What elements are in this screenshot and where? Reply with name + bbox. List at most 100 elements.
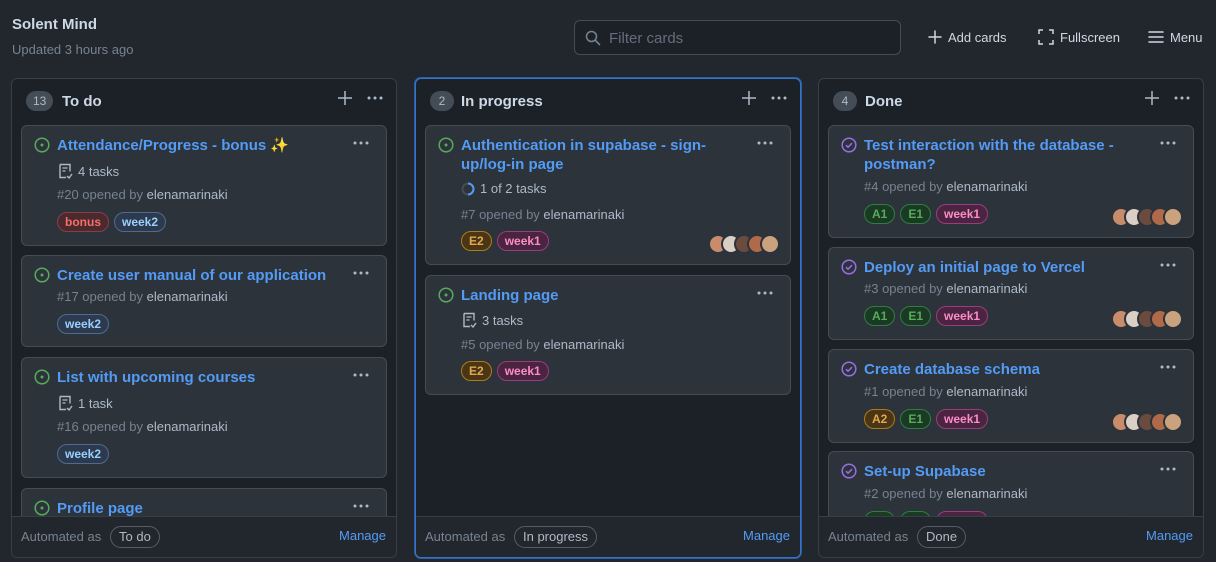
manage-automation-link[interactable]: Manage [339, 528, 386, 543]
add-card-plus-icon[interactable] [338, 91, 352, 110]
label-e1[interactable]: E1 [900, 306, 932, 326]
column-more-options-icon[interactable] [366, 91, 384, 110]
issue-meta: #3 opened by elenamarinaki [864, 281, 1027, 296]
issue-card[interactable]: Attendance/Progress - bonus ✨ 4 tasks #2… [21, 125, 387, 246]
label-a1[interactable]: A1 [864, 306, 896, 326]
issue-card[interactable]: Authentication in supabase - sign-up/log… [425, 125, 791, 265]
column-more-options-icon[interactable] [1173, 91, 1191, 110]
label-e2[interactable]: E2 [461, 231, 492, 251]
issue-number: #7 opened by [461, 207, 540, 222]
avatar[interactable] [760, 234, 780, 254]
card-more-options-icon[interactable] [352, 136, 370, 155]
label-e2[interactable]: E2 [461, 361, 492, 381]
fullscreen-button[interactable]: Fullscreen [1038, 26, 1120, 48]
author-link[interactable]: elenamarinaki [543, 337, 624, 352]
card-more-options-icon[interactable] [1159, 136, 1177, 155]
automation-pill: In progress [514, 526, 598, 548]
filter-cards-field[interactable] [574, 20, 901, 55]
manage-automation-link[interactable]: Manage [743, 528, 790, 543]
author-link[interactable]: elenamarinaki [147, 289, 228, 304]
issue-title-link[interactable]: Authentication in supabase - sign-up/log… [461, 136, 731, 174]
label-week1[interactable]: week1 [936, 306, 989, 326]
menu-button[interactable]: Menu [1148, 26, 1203, 48]
author-link[interactable]: elenamarinaki [147, 187, 228, 202]
project-updated-time: Updated 3 hours ago [12, 42, 134, 57]
label-week1[interactable]: week1 [496, 361, 549, 381]
issue-meta: #2 opened by elenamarinaki [864, 486, 1027, 501]
column-more-options-icon[interactable] [770, 91, 788, 110]
avatar[interactable] [1163, 207, 1183, 227]
card-count-badge: 13 [26, 91, 54, 111]
task-progress-indicator: 1 of 2 tasks [461, 181, 546, 196]
label-week1[interactable]: week1 [936, 204, 989, 224]
task-list-indicator: 1 task [57, 395, 113, 411]
card-more-options-icon[interactable] [1159, 462, 1177, 481]
fullscreen-icon [1038, 29, 1054, 45]
label-bonus[interactable]: bonus [57, 212, 109, 232]
issue-card[interactable]: Profile page [21, 488, 387, 518]
avatar[interactable] [1163, 309, 1183, 329]
label-a2[interactable]: A2 [864, 409, 896, 429]
open-issue-icon [438, 287, 454, 308]
column-to-do: 13 To do Attendance/Progress - bonus ✨ 4… [11, 78, 397, 558]
add-card-plus-icon[interactable] [742, 91, 756, 110]
issue-card[interactable]: List with upcoming courses 1 task #16 op… [21, 357, 387, 478]
issue-title-link[interactable]: Create database schema [864, 360, 1139, 379]
issue-card[interactable]: Create database schema #1 opened by elen… [828, 349, 1194, 443]
card-more-options-icon[interactable] [756, 136, 774, 155]
automated-as-label: Automated as [21, 529, 102, 544]
card-more-options-icon[interactable] [352, 368, 370, 387]
label-week2[interactable]: week2 [57, 314, 110, 334]
add-cards-label: Add cards [948, 29, 1007, 45]
card-more-options-icon[interactable] [1159, 258, 1177, 277]
filter-cards-input[interactable] [609, 27, 889, 49]
label-week1[interactable]: week1 [496, 231, 549, 251]
issue-number: #20 opened by [57, 187, 144, 202]
avatar[interactable] [1163, 412, 1183, 432]
author-link[interactable]: elenamarinaki [946, 281, 1027, 296]
card-more-options-icon[interactable] [756, 286, 774, 305]
label-week2[interactable]: week2 [57, 444, 110, 464]
issue-number: #5 opened by [461, 337, 540, 352]
checklist-icon [59, 163, 73, 179]
label-a1[interactable]: A1 [864, 204, 896, 224]
task-progress-text: 1 of 2 tasks [480, 181, 547, 196]
author-link[interactable]: elenamarinaki [946, 486, 1027, 501]
issue-card[interactable]: Deploy an initial page to Vercel #3 open… [828, 247, 1194, 340]
issue-number: #1 opened by [864, 384, 943, 399]
issue-title-link[interactable]: Deploy an initial page to Vercel [864, 258, 1139, 277]
automation-pill: To do [110, 526, 160, 548]
issue-title-link[interactable]: Attendance/Progress - bonus ✨ [57, 136, 332, 155]
card-more-options-icon[interactable] [352, 266, 370, 285]
card-more-options-icon[interactable] [1159, 360, 1177, 379]
issue-card[interactable]: Test interaction with the database - pos… [828, 125, 1194, 238]
automation-pill: Done [917, 526, 967, 548]
label-e1[interactable]: E1 [900, 204, 932, 224]
issue-number: #16 opened by [57, 419, 144, 434]
author-link[interactable]: elenamarinaki [147, 419, 228, 434]
issue-card[interactable]: Create user manual of our application #1… [21, 255, 387, 347]
closed-issue-icon [841, 361, 857, 382]
label-week2[interactable]: week2 [114, 212, 167, 232]
issue-card[interactable]: Landing page 3 tasks #5 opened by elenam… [425, 275, 791, 395]
assignee-avatars [1111, 309, 1183, 329]
label-e1[interactable]: E1 [900, 409, 932, 429]
issue-title-link[interactable]: List with upcoming courses [57, 368, 332, 387]
card-count-badge: 2 [430, 91, 454, 111]
author-link[interactable]: elenamarinaki [946, 179, 1027, 194]
issue-card[interactable]: Set-up Supabase #2 opened by elenamarina… [828, 451, 1194, 518]
column-footer: Automated as Done Manage [819, 516, 1203, 557]
author-link[interactable]: elenamarinaki [543, 207, 624, 222]
issue-title-link[interactable]: Set-up Supabase [864, 462, 1139, 481]
issue-number: #2 opened by [864, 486, 943, 501]
issue-title-link[interactable]: Test interaction with the database - pos… [864, 136, 1134, 174]
author-link[interactable]: elenamarinaki [946, 384, 1027, 399]
issue-title-link[interactable]: Landing page [461, 286, 736, 305]
task-list-indicator: 4 tasks [57, 163, 119, 179]
issue-title-link[interactable]: Create user manual of our application [57, 266, 357, 285]
label-list: A1 E1 week1 [864, 306, 989, 326]
add-cards-button[interactable]: Add cards [928, 26, 1007, 48]
manage-automation-link[interactable]: Manage [1146, 528, 1193, 543]
add-card-plus-icon[interactable] [1145, 91, 1159, 110]
label-week1[interactable]: week1 [936, 409, 989, 429]
